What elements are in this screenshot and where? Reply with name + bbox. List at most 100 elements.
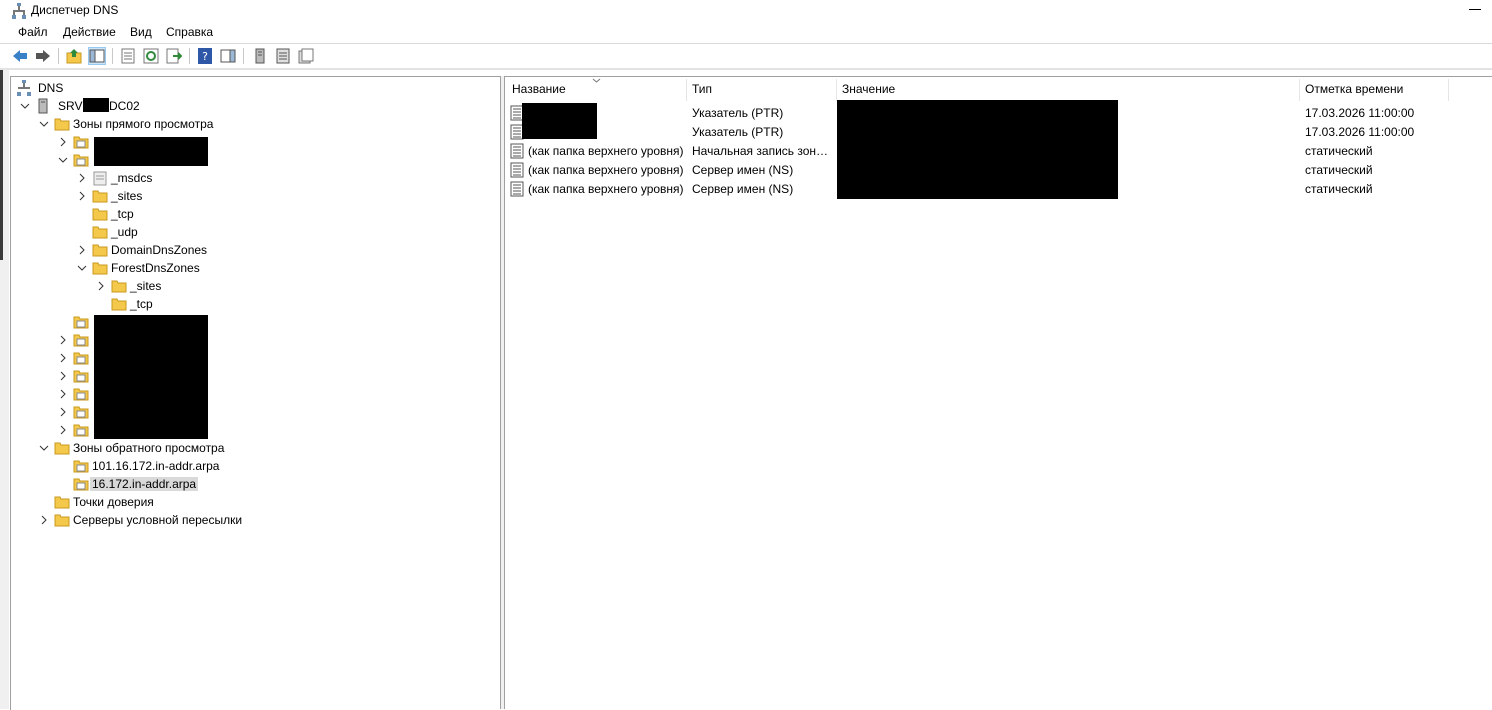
record-timestamp: статический bbox=[1305, 182, 1373, 196]
records-icon[interactable] bbox=[297, 47, 315, 65]
zone-icon bbox=[73, 352, 89, 365]
menu-file[interactable]: Файл bbox=[18, 25, 48, 39]
redacted-block bbox=[837, 100, 1118, 199]
chevron-right-icon[interactable] bbox=[76, 190, 88, 202]
tree-node-udp[interactable]: _udp bbox=[76, 223, 276, 241]
tree-label: _msdcs bbox=[111, 171, 153, 185]
help-icon[interactable]: ? bbox=[196, 47, 214, 65]
chevron-right-icon[interactable] bbox=[57, 352, 69, 364]
column-header-timestamp[interactable]: Отметка времени bbox=[1305, 82, 1403, 96]
record-icon bbox=[510, 162, 524, 178]
window-title: Диспетчер DNS bbox=[31, 3, 119, 17]
chevron-down-icon[interactable] bbox=[38, 442, 50, 454]
column-header-name[interactable]: Название bbox=[512, 82, 566, 96]
back-arrow-icon[interactable] bbox=[11, 47, 29, 65]
record-name: (как папка верхнего уровня) bbox=[528, 182, 684, 196]
tree-label: 16.172.in-addr.arpa bbox=[90, 477, 199, 491]
folder-icon bbox=[54, 514, 70, 527]
zone-icon bbox=[73, 334, 89, 347]
tree-node-sites[interactable]: _sites bbox=[76, 187, 276, 205]
chevron-right-icon[interactable] bbox=[57, 136, 69, 148]
zone-icon bbox=[73, 406, 89, 419]
tree-node-domaindnszones[interactable]: DomainDnsZones bbox=[76, 241, 276, 259]
tree-label: ForestDnsZones bbox=[111, 261, 200, 275]
tree-label: DomainDnsZones bbox=[111, 243, 208, 257]
tree-label: Точки доверия bbox=[73, 495, 154, 509]
tree-label: Зоны прямого просмотра bbox=[73, 117, 214, 131]
tree-node-dns[interactable]: DNS bbox=[16, 79, 216, 97]
up-folder-icon[interactable] bbox=[65, 47, 83, 65]
record-type: Указатель (PTR) bbox=[692, 106, 784, 120]
record-type: Сервер имен (NS) bbox=[692, 182, 794, 196]
folder-icon bbox=[54, 118, 70, 131]
show-hide-console-tree-icon[interactable] bbox=[88, 47, 106, 65]
menu-bar: Файл Действие Вид Справка bbox=[0, 22, 1492, 44]
menu-help[interactable]: Справка bbox=[166, 25, 213, 39]
chevron-down-icon[interactable] bbox=[76, 262, 88, 274]
tree-node-reverse-zones[interactable]: Зоны обратного просмотра bbox=[38, 439, 338, 457]
zone-icon bbox=[73, 136, 89, 149]
properties-icon[interactable] bbox=[119, 47, 137, 65]
record-icon bbox=[510, 143, 524, 159]
menu-view[interactable]: Вид bbox=[130, 25, 152, 39]
chevron-right-icon[interactable] bbox=[95, 280, 107, 292]
tree-node-trust-points[interactable]: Точки доверия bbox=[38, 493, 338, 511]
chevron-right-icon[interactable] bbox=[76, 172, 88, 184]
record-name: (как папка верхнего уровня) bbox=[528, 163, 684, 177]
tree-label: _sites bbox=[111, 189, 143, 203]
list-icon[interactable] bbox=[274, 47, 292, 65]
tree-node-msdcs[interactable]: _msdcs bbox=[76, 169, 276, 187]
column-header-type[interactable]: Тип bbox=[692, 82, 712, 96]
chevron-right-icon[interactable] bbox=[76, 244, 88, 256]
tree-node-reverse-zone-selected[interactable]: 16.172.in-addr.arpa bbox=[57, 475, 357, 493]
tree-label: _tcp bbox=[111, 207, 134, 221]
zone-icon bbox=[73, 424, 89, 437]
folder-icon bbox=[92, 226, 108, 239]
forward-arrow-icon[interactable] bbox=[34, 47, 52, 65]
zone-icon bbox=[73, 460, 89, 473]
tree-label: _sites bbox=[130, 279, 162, 293]
toolbar: ? bbox=[0, 44, 1492, 70]
title-bar: Диспетчер DNS bbox=[0, 0, 1492, 22]
export-list-icon[interactable] bbox=[165, 47, 183, 65]
folder-icon bbox=[92, 262, 108, 275]
record-type: Сервер имен (NS) bbox=[692, 163, 794, 177]
redacted-block bbox=[94, 315, 208, 439]
tree-label: Зоны обратного просмотра bbox=[73, 441, 225, 455]
tree-label: _udp bbox=[111, 225, 138, 239]
chevron-right-icon[interactable] bbox=[38, 514, 50, 526]
tree-node-conditional-forwarders[interactable]: Серверы условной пересылки bbox=[38, 511, 338, 529]
chevron-down-icon[interactable] bbox=[38, 118, 50, 130]
zone-icon bbox=[73, 154, 89, 167]
menu-action[interactable]: Действие bbox=[63, 25, 116, 39]
dns-root-icon bbox=[17, 80, 31, 96]
chevron-right-icon[interactable] bbox=[57, 370, 69, 382]
tree-node-reverse-zone[interactable]: 101.16.172.in-addr.arpa bbox=[57, 457, 357, 475]
folder-icon bbox=[111, 298, 127, 311]
tree-label: Серверы условной пересылки bbox=[73, 513, 243, 527]
record-timestamp: статический bbox=[1305, 163, 1373, 177]
record-type: Указатель (PTR) bbox=[692, 125, 784, 139]
chevron-right-icon[interactable] bbox=[57, 406, 69, 418]
column-header-value[interactable]: Значение bbox=[842, 82, 895, 96]
record-icon bbox=[510, 181, 524, 197]
chevron-right-icon[interactable] bbox=[57, 388, 69, 400]
tree-node-forest-sites[interactable]: _sites bbox=[95, 277, 295, 295]
tree-label: _tcp bbox=[130, 297, 153, 311]
refresh-icon[interactable] bbox=[142, 47, 160, 65]
records-list[interactable]: Название Тип Значение Отметка времени Ук… bbox=[505, 76, 1492, 710]
action-pane-icon[interactable] bbox=[219, 47, 237, 65]
tree-node-server[interactable]: SRV DC02 bbox=[19, 97, 319, 115]
chevron-right-icon[interactable] bbox=[57, 424, 69, 436]
tree-node-forestdnszones[interactable]: ForestDnsZones bbox=[76, 259, 276, 277]
chevron-down-icon[interactable] bbox=[57, 154, 69, 166]
server-icon[interactable] bbox=[251, 47, 269, 65]
minimize-button[interactable] bbox=[1469, 9, 1481, 10]
chevron-down-icon[interactable] bbox=[19, 100, 31, 112]
tree-node-tcp[interactable]: _tcp bbox=[76, 205, 276, 223]
chevron-right-icon[interactable] bbox=[57, 334, 69, 346]
tree-node-forest-tcp[interactable]: _tcp bbox=[95, 295, 295, 313]
folder-icon bbox=[54, 496, 70, 509]
console-tree[interactable]: DNS SRV DC02 Зоны прямого просмотра _msd… bbox=[10, 76, 501, 710]
tree-node-forward-zones[interactable]: Зоны прямого просмотра bbox=[38, 115, 338, 133]
